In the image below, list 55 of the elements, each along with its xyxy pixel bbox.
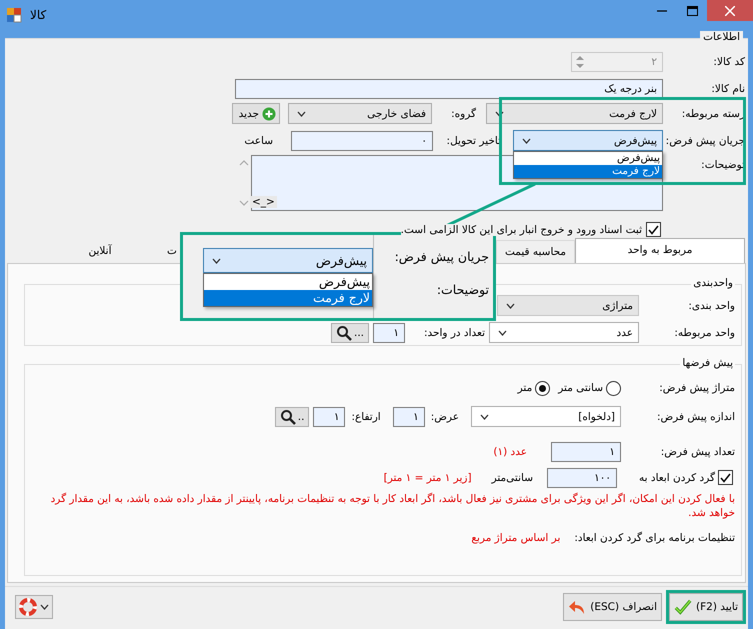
text-field[interactable]: ۰ bbox=[291, 130, 433, 150]
radio-button[interactable]: متر bbox=[518, 380, 550, 396]
field-label: اندازه پیش فرض: bbox=[656, 410, 735, 422]
field-label: واحد بندی: bbox=[687, 300, 735, 312]
group-title: اطلاعات bbox=[700, 31, 743, 43]
group-title: واحدبندی bbox=[691, 277, 735, 289]
field-label: ارتفاع: bbox=[351, 410, 381, 422]
combo-box[interactable]: لارج فرمت bbox=[486, 103, 663, 124]
cancel-button[interactable]: انصراف (ESC) bbox=[563, 593, 662, 621]
field-label: توضیحات: bbox=[436, 282, 489, 297]
field-label: جریان پیش فرض: bbox=[394, 249, 489, 264]
field-label: جریان پیش فرض: bbox=[664, 134, 745, 146]
field-label: عرض: bbox=[430, 410, 459, 422]
editor-button[interactable]: <_> bbox=[250, 196, 277, 208]
dropdown-item[interactable]: لارج فرمت bbox=[514, 165, 662, 178]
field-label: تنظیمات برنامه برای گرد کردن ابعاد: bbox=[574, 532, 735, 544]
combo-box[interactable]: عدد bbox=[489, 322, 639, 343]
field-label: تعداد پیش فرض: bbox=[660, 446, 735, 458]
text-field[interactable]: بنر درجه یک bbox=[235, 79, 663, 99]
dropdown-item[interactable]: پیش‌فرض bbox=[204, 274, 372, 290]
text-field[interactable]: ۱ bbox=[373, 322, 405, 342]
combo-box[interactable]: [دلخواه] bbox=[471, 406, 621, 427]
group-title: پیش فرضها bbox=[680, 357, 735, 369]
dropdown-item[interactable]: لارج فرمت bbox=[204, 290, 372, 306]
unit-label: سانتی‌متر bbox=[492, 472, 533, 484]
field-label: کد کالا: bbox=[712, 56, 745, 68]
tab[interactable]: مربوط به واحد bbox=[575, 238, 745, 263]
radio-button[interactable]: سانتی متر bbox=[558, 380, 621, 396]
field-label: توضیحات: bbox=[700, 159, 745, 171]
setting-value: بر اساس متراژ مربع bbox=[471, 532, 560, 544]
field-label: گروه: bbox=[450, 108, 477, 120]
field-label: نام کالا: bbox=[710, 83, 745, 95]
text-field[interactable]: ۱ bbox=[313, 406, 346, 426]
tab[interactable]: محاسبه قیمت bbox=[496, 240, 575, 263]
note-text: عدد (۱) bbox=[493, 446, 527, 458]
search-button[interactable]: ... bbox=[330, 322, 369, 342]
warning-text: با فعال کردن این امکان، اگر این ویژگی برای مشتری نیز فعال باشد، اگر ابعاد کار با توجه به تنظیمات برنامه، پایینتر از مقدار داده شده باشد، به این مقدار گرد خواهد شد. bbox=[50, 492, 735, 520]
checkbox-label: گرد کردن ابعاد به bbox=[638, 472, 715, 484]
combo-box[interactable]: پیش‌فرض bbox=[513, 130, 663, 151]
dropdown-item[interactable]: پیش‌فرض bbox=[514, 152, 662, 165]
field-label: تعداد در واحد: bbox=[422, 326, 486, 338]
combo-box[interactable]: پیش‌فرض bbox=[203, 248, 373, 273]
text-field[interactable]: ۱ bbox=[551, 442, 621, 462]
field-label: متراژ پیش فرض: bbox=[658, 382, 735, 394]
combo-box[interactable]: فضای خارجی bbox=[288, 103, 432, 124]
text-field[interactable]: ۱۰۰ bbox=[547, 468, 617, 488]
confirm-button[interactable]: تایید (F2) bbox=[669, 593, 743, 621]
note-text: [زیر ۱ متر = ۱ متر] bbox=[384, 472, 472, 484]
text-field[interactable]: ۱ bbox=[392, 406, 425, 426]
window-title: کالا bbox=[30, 8, 46, 22]
new-button[interactable]: جدید bbox=[232, 103, 280, 124]
checkbox-label: ثبت اسناد ورود و خروج انبار برای این کالا الزامی است. bbox=[400, 224, 642, 236]
search-button[interactable]: .. bbox=[274, 406, 310, 426]
unit-label: ساعت bbox=[244, 134, 273, 146]
field-label: واحد مربوطه: bbox=[673, 326, 735, 338]
